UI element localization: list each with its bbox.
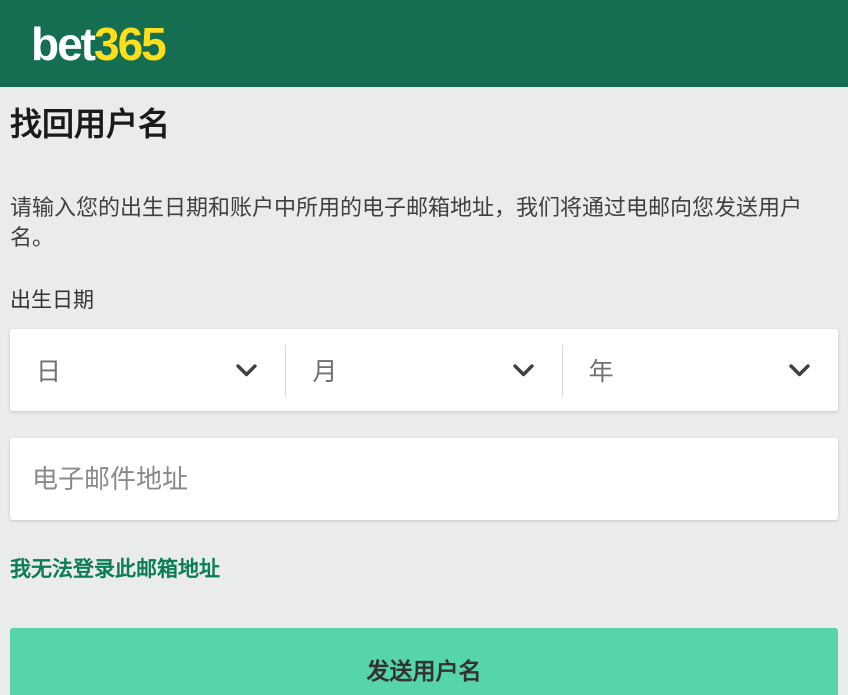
- dob-label: 出生日期: [10, 287, 838, 315]
- dob-month-select[interactable]: 月: [286, 329, 561, 411]
- send-username-button[interactable]: 发送用户名: [10, 628, 838, 695]
- dob-year-select-label: 年: [589, 352, 614, 388]
- main-content: 找回用户名 请输入您的出生日期和账户中所用的电子邮箱地址，我们将通过电邮向您发送…: [0, 104, 848, 695]
- bet365-logo[interactable]: bet365: [31, 21, 165, 67]
- chevron-down-icon: [789, 364, 810, 377]
- page-title: 找回用户名: [10, 104, 838, 144]
- chevron-down-icon: [236, 364, 257, 377]
- dob-select-group: 日 月 年: [10, 329, 838, 411]
- chevron-down-icon: [513, 364, 534, 377]
- email-input[interactable]: [10, 438, 838, 520]
- email-field-card: [10, 438, 838, 520]
- instruction-text: 请输入您的出生日期和账户中所用的电子邮箱地址，我们将通过电邮向您发送用户名。: [10, 193, 838, 253]
- dob-day-select-label: 日: [36, 352, 61, 388]
- dob-year-select[interactable]: 年: [563, 329, 838, 411]
- cannot-access-email-link[interactable]: 我无法登录此邮箱地址: [10, 556, 220, 584]
- app-header: bet365: [0, 0, 848, 87]
- dob-month-select-label: 月: [312, 352, 337, 388]
- logo-text-bet: bet: [31, 18, 94, 70]
- logo-text-365: 365: [94, 18, 165, 70]
- dob-day-select[interactable]: 日: [10, 329, 285, 411]
